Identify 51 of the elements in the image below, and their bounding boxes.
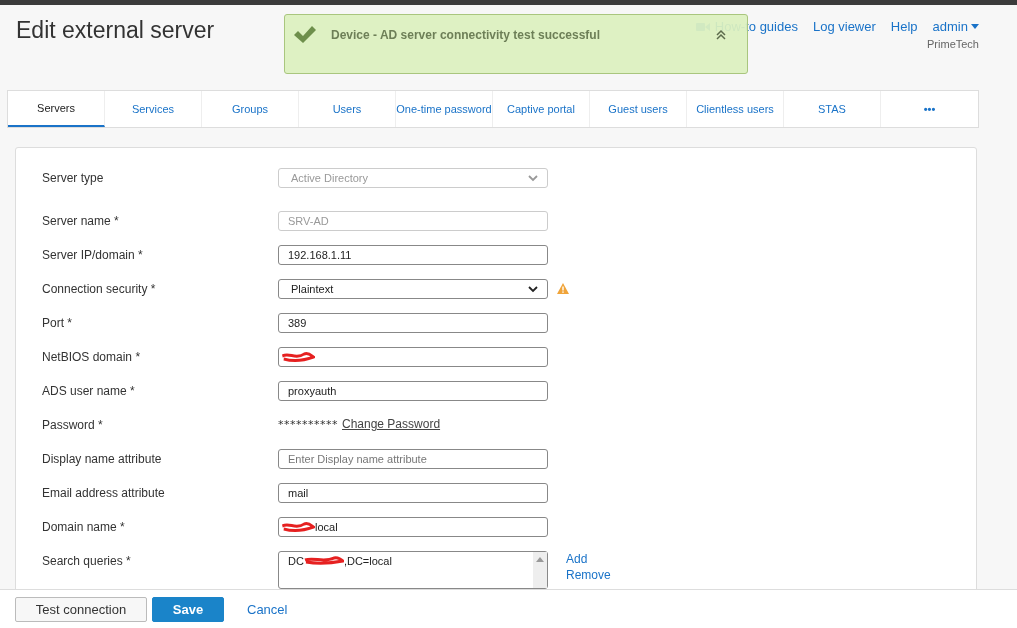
tab[interactable]: Servers (8, 91, 105, 127)
scroll-up-icon[interactable] (536, 557, 544, 562)
search-query-list[interactable]: DC ,DC=local (278, 551, 548, 589)
tab[interactable]: ••• (881, 91, 978, 127)
header-link[interactable]: Help (890, 19, 918, 34)
tab[interactable]: Captive portal (493, 91, 590, 127)
list-action-link[interactable]: Remove (566, 567, 611, 583)
toast-message: Device - AD server connectivity test successful (331, 28, 601, 42)
input-field[interactable]: Enter Display name attribute (278, 449, 548, 469)
change-password-link[interactable]: Change Password (342, 415, 441, 431)
field-label: Password * (42, 417, 104, 432)
input-field[interactable]: mail (278, 483, 548, 503)
field-label: Email address attribute (42, 485, 166, 500)
cancel-link[interactable]: Cancel (241, 596, 294, 622)
input-field[interactable] (278, 347, 548, 367)
company-name: PrimeTech (927, 38, 979, 50)
tab[interactable]: Groups (202, 91, 299, 127)
field-label: Port * (42, 315, 73, 330)
select-field[interactable]: Plaintext (278, 279, 548, 299)
scrollbar[interactable] (533, 552, 547, 588)
field-label: Search queries * (42, 553, 132, 568)
check-icon (293, 25, 317, 45)
caret-icon (971, 23, 979, 30)
chevron-icon (528, 285, 538, 293)
input-field[interactable]: 192.168.1.11 (278, 245, 548, 265)
field-label: Server IP/domain * (42, 247, 144, 262)
header-link[interactable]: Log viewer (812, 19, 876, 34)
input-field[interactable]: proxyauth (278, 381, 548, 401)
user-menu[interactable]: admin (932, 19, 979, 34)
input-field[interactable]: local (278, 517, 548, 537)
field-label: Server type (42, 170, 105, 185)
page-title: Edit external server (16, 17, 215, 45)
field-label: NetBIOS domain * (42, 349, 142, 364)
tab[interactable]: Clientless users (687, 91, 784, 127)
save-button[interactable]: Save (152, 596, 224, 622)
input-field[interactable]: 389 (278, 313, 548, 333)
test-connection-button[interactable]: Test connection (15, 596, 147, 622)
tab[interactable]: One-time password (396, 91, 493, 127)
field-label: Connection security * (42, 281, 157, 296)
collapse-icon[interactable] (715, 29, 727, 41)
field-label: Display name attribute (42, 451, 163, 466)
tab[interactable]: Users (299, 91, 396, 127)
list-action-link[interactable]: Add (566, 551, 611, 567)
password-mask: ********** (278, 417, 339, 431)
tab[interactable]: Services (105, 91, 202, 127)
chevron-icon (528, 174, 538, 182)
field-label: ADS user name * (42, 383, 136, 398)
field-label: Server name * (42, 213, 120, 228)
tab[interactable]: Guest users (590, 91, 687, 127)
field-label: Domain name * (42, 519, 126, 534)
tab[interactable]: STAS (784, 91, 881, 127)
